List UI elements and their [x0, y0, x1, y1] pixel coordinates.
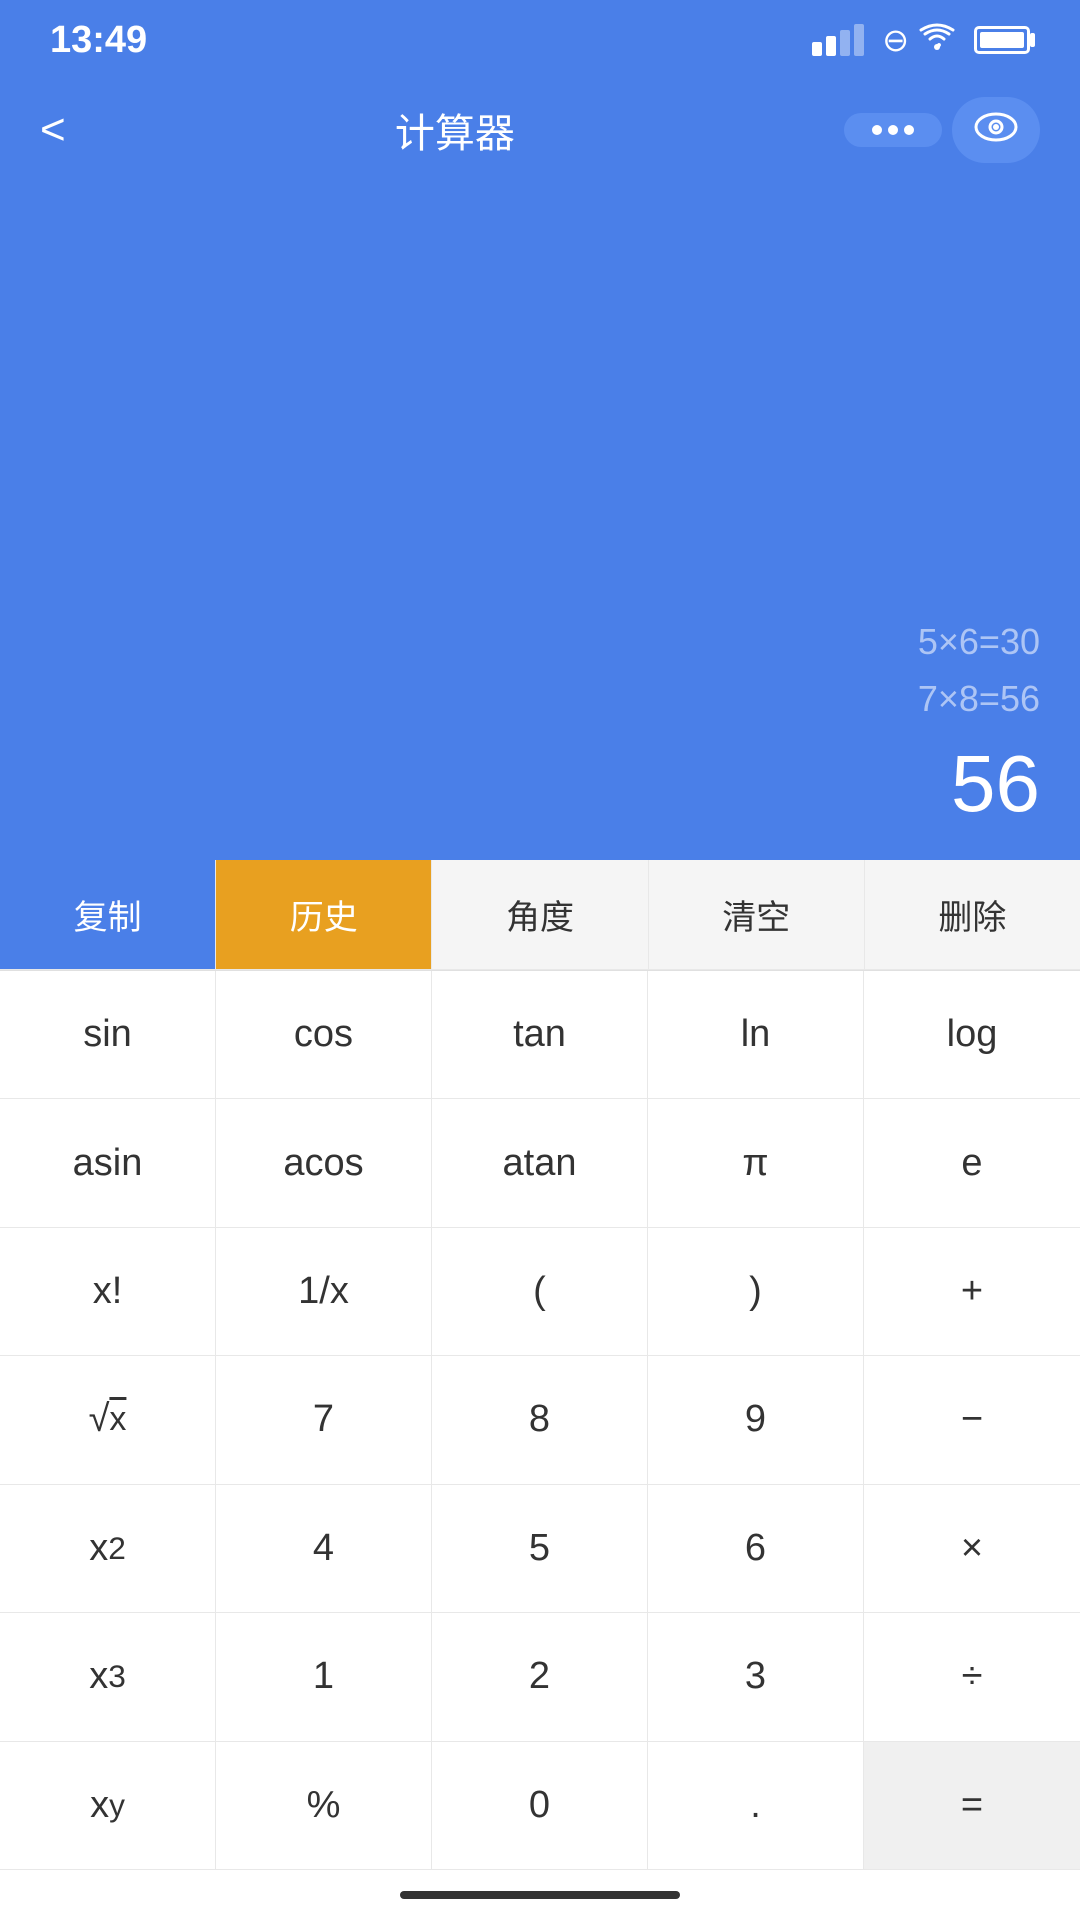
key-7[interactable]: 7 — [216, 1356, 432, 1484]
wifi-icon: ⊖ — [882, 21, 956, 59]
eye-icon — [974, 109, 1018, 150]
key-1_x[interactable]: 1/x — [216, 1228, 432, 1356]
key-1[interactable]: 1 — [216, 1613, 432, 1741]
key-asin[interactable]: asin — [0, 1099, 216, 1227]
battery-icon — [974, 26, 1030, 54]
key-_[interactable]: ) — [648, 1228, 864, 1356]
delete-button[interactable]: 删除 — [865, 860, 1080, 969]
history-line-1: 5×6=30 — [918, 613, 1040, 671]
key-6[interactable]: 6 — [648, 1485, 864, 1613]
top-nav: < 计算器 — [0, 80, 1080, 180]
history-display: 5×6=30 7×8=56 — [918, 613, 1040, 728]
result-display: 56 — [951, 738, 1040, 830]
history-button[interactable]: 历史 — [216, 860, 432, 969]
key-_[interactable]: π — [648, 1099, 864, 1227]
action-row: 复制 历史 角度 清空 删除 — [0, 860, 1080, 970]
key-9[interactable]: 9 — [648, 1356, 864, 1484]
key-x_[interactable]: xy — [0, 1742, 216, 1870]
key-4[interactable]: 4 — [216, 1485, 432, 1613]
signal-icon — [812, 24, 864, 56]
key-_[interactable]: = — [864, 1742, 1080, 1870]
status-bar: 13:49 ⊖ — [0, 0, 1080, 80]
key-_[interactable]: ( — [432, 1228, 648, 1356]
key-_[interactable]: . — [648, 1742, 864, 1870]
key-atan[interactable]: atan — [432, 1099, 648, 1227]
key-_[interactable]: ÷ — [864, 1613, 1080, 1741]
key-tan[interactable]: tan — [432, 971, 648, 1099]
key-ln[interactable]: ln — [648, 971, 864, 1099]
status-icons: ⊖ — [812, 21, 1030, 59]
back-button[interactable]: < — [40, 105, 66, 155]
key-0[interactable]: 0 — [432, 1742, 648, 1870]
key-acos[interactable]: acos — [216, 1099, 432, 1227]
eye-button[interactable] — [952, 97, 1040, 163]
key-_[interactable]: % — [216, 1742, 432, 1870]
key-3[interactable]: 3 — [648, 1613, 864, 1741]
more-button[interactable] — [844, 113, 942, 147]
status-time: 13:49 — [50, 19, 147, 62]
key-e[interactable]: e — [864, 1099, 1080, 1227]
nav-actions — [844, 97, 1040, 163]
key-_[interactable]: + — [864, 1228, 1080, 1356]
angle-button[interactable]: 角度 — [432, 860, 648, 969]
key-2[interactable]: 2 — [432, 1613, 648, 1741]
key-x_[interactable]: x3 — [0, 1613, 216, 1741]
clear-button[interactable]: 清空 — [649, 860, 865, 969]
key-_[interactable]: × — [864, 1485, 1080, 1613]
keypad: sincostanlnlog asinacosatanπe x!1/x()+ √x78… — [0, 970, 1080, 1870]
key-cos[interactable]: cos — [216, 971, 432, 1099]
key-8[interactable]: 8 — [432, 1356, 648, 1484]
key-_[interactable]: − — [864, 1356, 1080, 1484]
key-x_[interactable]: x! — [0, 1228, 216, 1356]
copy-button[interactable]: 复制 — [0, 860, 216, 969]
key-x_[interactable]: x2 — [0, 1485, 216, 1613]
key-log[interactable]: log — [864, 971, 1080, 1099]
home-bar — [400, 1891, 680, 1899]
history-line-2: 7×8=56 — [918, 670, 1040, 728]
key-sin[interactable]: sin — [0, 971, 216, 1099]
key-_x[interactable]: √x — [0, 1356, 216, 1484]
page-title: 计算器 — [395, 101, 515, 159]
key-5[interactable]: 5 — [432, 1485, 648, 1613]
home-indicator — [0, 1870, 1080, 1920]
display-area: 5×6=30 7×8=56 56 — [0, 180, 1080, 860]
